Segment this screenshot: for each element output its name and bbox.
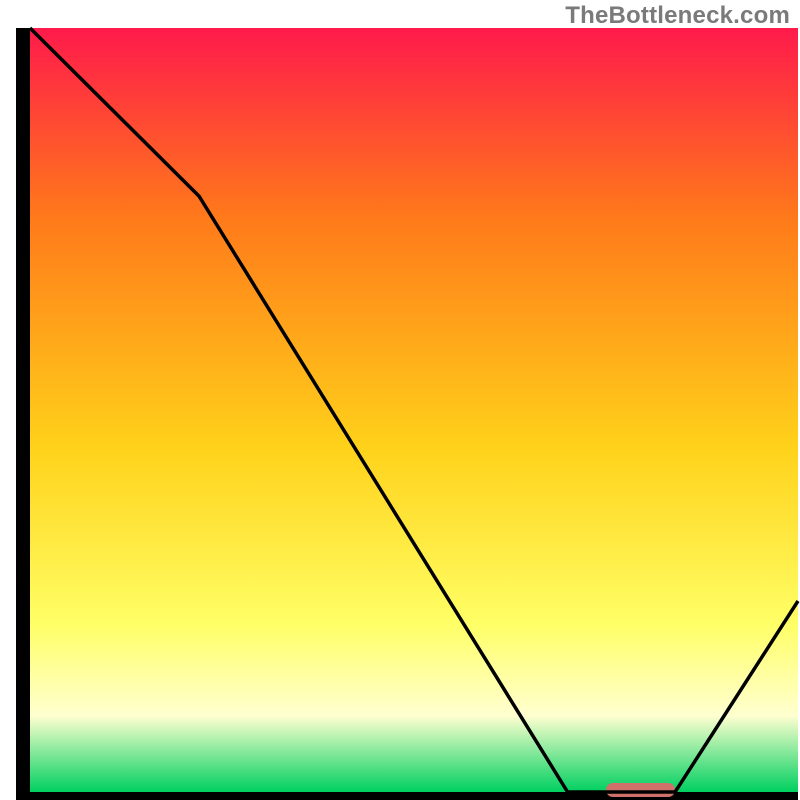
- plot-area-group: [16, 28, 798, 799]
- optimal-range-marker: [606, 783, 675, 797]
- chart-container: TheBottleneck.com: [0, 0, 800, 800]
- bottleneck-plot: [0, 0, 800, 800]
